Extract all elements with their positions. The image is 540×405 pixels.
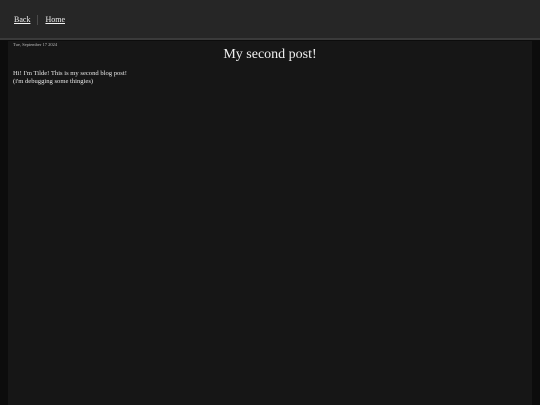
post-line-1: Hi! I'm Tilde! This is my second blog po… [13, 70, 127, 77]
nav-links: Back Home [14, 15, 65, 25]
post-content: Tue, September 17 2024 My second post! H… [8, 41, 532, 405]
top-navigation-bar: Back Home [0, 0, 540, 40]
home-link[interactable]: Home [45, 15, 65, 25]
post-body: Hi! I'm Tilde! This is my second blog po… [13, 70, 127, 86]
back-link[interactable]: Back [14, 15, 30, 25]
nav-divider [37, 15, 39, 25]
post-title: My second post! [223, 47, 317, 62]
post-line-2: (i'm debugging some thingies) [13, 78, 94, 85]
